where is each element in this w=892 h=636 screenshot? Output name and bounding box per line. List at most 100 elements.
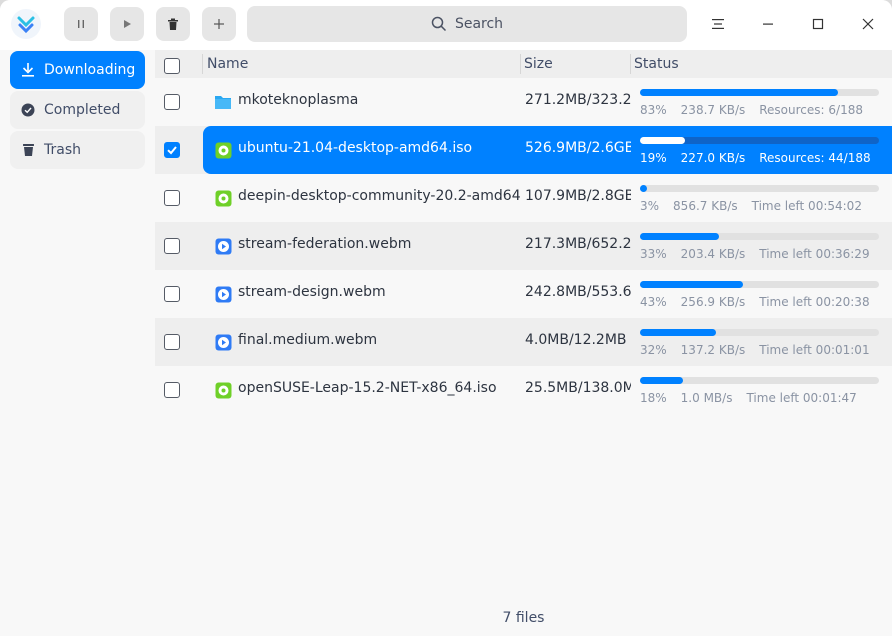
- menu-icon: [712, 19, 724, 29]
- column-divider: [202, 54, 203, 74]
- file-size: 526.9MB/2.6GB: [525, 140, 631, 156]
- progress-fill: [640, 137, 686, 144]
- download-status: 83% 238.7 KB/s Resources: 6/188: [640, 78, 880, 126]
- sidebar-item-label: Trash: [44, 142, 81, 158]
- column-header-size[interactable]: Size: [524, 56, 553, 72]
- maximize-button[interactable]: [803, 9, 833, 39]
- table-row[interactable]: deepin-desktop-community-20.2-amd64.iso 1…: [155, 174, 892, 222]
- download-list: Name Size Status mkoteknoplasma 271.2MB/3…: [155, 50, 892, 636]
- pause-icon: [78, 20, 84, 28]
- status-detail: Resources: 6/188: [759, 103, 863, 117]
- download-speed: 227.0 KB/s: [680, 151, 746, 165]
- minimize-icon: [763, 23, 773, 25]
- minimize-button[interactable]: [753, 9, 783, 39]
- progress-percent: 43%: [640, 295, 667, 309]
- column-header-name[interactable]: Name: [207, 56, 248, 72]
- video-icon: [214, 285, 232, 303]
- download-speed: 203.4 KB/s: [680, 247, 746, 261]
- check-circle-icon: [12, 103, 44, 117]
- disc-image-icon: [214, 189, 232, 207]
- app-window: Search Downloading Completed Trash Name …: [0, 0, 892, 636]
- progress-percent: 19%: [640, 151, 667, 165]
- sidebar-item-completed[interactable]: Completed: [10, 91, 145, 129]
- table-row[interactable]: ubuntu-21.04-desktop-amd64.iso 526.9MB/2.…: [155, 126, 892, 174]
- add-task-button[interactable]: [202, 7, 236, 41]
- progress-bar: [640, 89, 879, 96]
- search-placeholder: Search: [454, 16, 504, 32]
- file-size: 271.2MB/323.2MB: [525, 92, 631, 108]
- progress-bar: [640, 281, 879, 288]
- row-checkbox[interactable]: [164, 190, 180, 206]
- download-speed: 856.7 KB/s: [673, 199, 738, 213]
- progress-fill: [640, 377, 684, 384]
- file-name: final.medium.webm: [238, 332, 378, 348]
- download-speed: 1.0 MB/s: [680, 391, 733, 405]
- file-size: 217.3MB/652.2MB: [525, 236, 631, 252]
- file-name: openSUSE-Leap-15.2-NET-x86_64.iso: [238, 380, 497, 396]
- file-name: stream-federation.webm: [238, 236, 412, 252]
- progress-percent: 33%: [640, 247, 667, 261]
- row-checkbox[interactable]: [164, 94, 180, 110]
- file-size: 107.9MB/2.8GB: [525, 188, 631, 204]
- sidebar-item-trash[interactable]: Trash: [10, 131, 145, 169]
- delete-button[interactable]: [156, 7, 190, 41]
- row-checkbox[interactable]: [164, 142, 180, 158]
- trash-icon: [12, 143, 44, 157]
- select-all-checkbox[interactable]: [164, 58, 180, 74]
- sidebar-item-label: Downloading: [44, 62, 136, 78]
- close-icon: [862, 18, 874, 30]
- download-status: 43% 256.9 KB/s Time left 00:20:38: [640, 270, 880, 318]
- disc-image-icon: [214, 381, 232, 399]
- row-checkbox[interactable]: [164, 286, 180, 302]
- sidebar-item-label: Completed: [44, 102, 121, 118]
- progress-fill: [640, 281, 743, 288]
- download-speed: 137.2 KB/s: [680, 343, 746, 357]
- download-status: 18% 1.0 MB/s Time left 00:01:47: [640, 366, 880, 414]
- column-divider: [520, 54, 521, 74]
- column-divider: [630, 54, 631, 74]
- progress-percent: 3%: [640, 199, 660, 213]
- close-button[interactable]: [853, 9, 883, 39]
- file-name: ubuntu-21.04-desktop-amd64.iso: [238, 140, 473, 156]
- start-button[interactable]: [110, 7, 144, 41]
- download-status: 3% 856.7 KB/s Time left 00:54:02: [640, 174, 880, 222]
- row-checkbox[interactable]: [164, 334, 180, 350]
- file-count: 7 files: [502, 610, 545, 626]
- search-icon: [431, 16, 446, 32]
- file-size: 4.0MB/12.2MB: [525, 332, 627, 348]
- column-header-status[interactable]: Status: [634, 56, 679, 72]
- download-status: 19% 227.0 KB/s Resources: 44/188: [640, 126, 880, 174]
- checkmark-icon: [167, 146, 177, 155]
- window-menu-button[interactable]: [703, 9, 733, 39]
- titlebar: Search: [0, 0, 892, 50]
- trash-icon: [168, 18, 178, 30]
- sidebar-item-downloading[interactable]: Downloading: [10, 51, 145, 89]
- disc-image-icon: [214, 141, 232, 159]
- progress-percent: 32%: [640, 343, 667, 357]
- pause-button[interactable]: [64, 7, 98, 41]
- video-icon: [214, 237, 232, 255]
- maximize-icon: [812, 18, 824, 30]
- status-detail: Time left 00:36:29: [759, 247, 870, 261]
- table-row[interactable]: openSUSE-Leap-15.2-NET-x86_64.iso 25.5MB/…: [155, 366, 892, 414]
- sidebar: Downloading Completed Trash: [0, 50, 155, 636]
- table-row[interactable]: stream-federation.webm 217.3MB/652.2MB 33%…: [155, 222, 892, 270]
- download-icon: [12, 63, 44, 77]
- row-checkbox[interactable]: [164, 238, 180, 254]
- row-checkbox[interactable]: [164, 382, 180, 398]
- file-size: 25.5MB/138.0MB: [525, 380, 631, 396]
- video-icon: [214, 333, 232, 351]
- file-size: 242.8MB/553.6MB: [525, 284, 631, 300]
- table-row[interactable]: final.medium.webm 4.0MB/12.2MB 32% 137.2 KB…: [155, 318, 892, 366]
- folder-icon: [214, 93, 232, 111]
- status-detail: Time left 00:01:01: [759, 343, 870, 357]
- file-name: mkoteknoplasma: [238, 92, 359, 108]
- plus-icon: [214, 19, 224, 29]
- search-field[interactable]: Search: [247, 6, 687, 42]
- status-detail: Resources: 44/188: [759, 151, 871, 165]
- table-row[interactable]: mkoteknoplasma 271.2MB/323.2MB 83% 238.7 KB…: [155, 78, 892, 126]
- progress-bar: [640, 185, 879, 192]
- table-row[interactable]: stream-design.webm 242.8MB/553.6MB 43% 256.…: [155, 270, 892, 318]
- file-name: stream-design.webm: [238, 284, 386, 300]
- progress-fill: [640, 329, 717, 336]
